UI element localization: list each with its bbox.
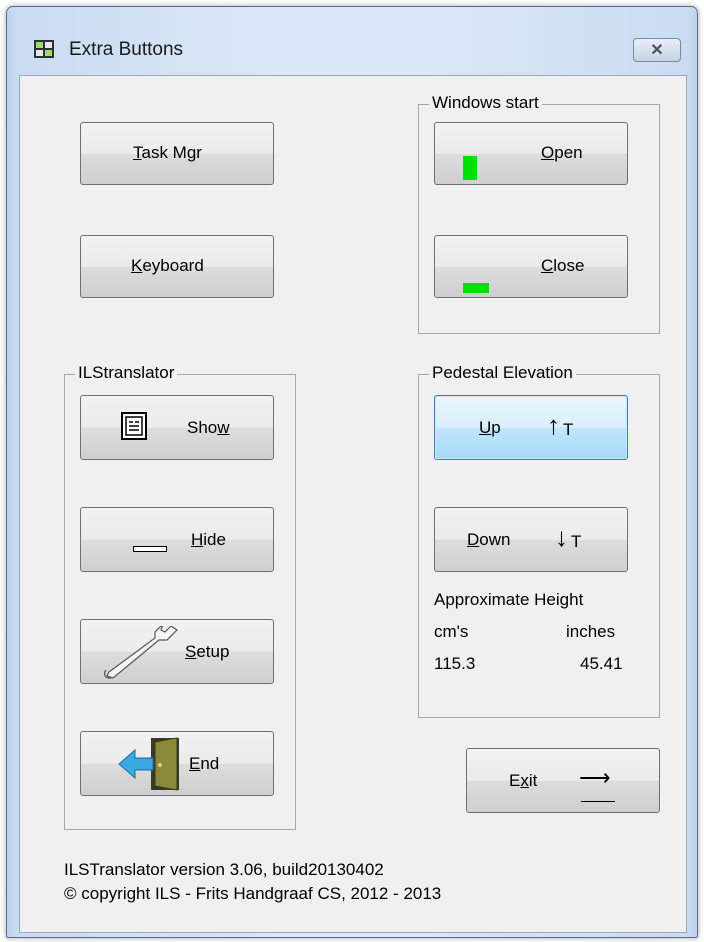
wrench-icon — [104, 626, 178, 679]
open-label: Open — [541, 143, 583, 162]
extra-buttons-window: Extra Buttons ✕ Task Mgr Keyboard Window… — [6, 6, 698, 938]
open-button[interactable]: Open — [434, 122, 628, 185]
down-label: Down — [467, 530, 511, 549]
pedestal-elevation-label: Pedestal Elevation — [429, 363, 576, 383]
open-status-indicator — [463, 156, 477, 180]
cm-value: 115.3 — [434, 654, 476, 673]
up-target-icon: T — [563, 420, 574, 439]
end-label: End — [189, 754, 220, 773]
exit-arrow-icon: ⟶ — [579, 765, 611, 790]
keyboard-label: Keyboard — [131, 256, 204, 275]
hide-button[interactable]: Hide — [80, 507, 274, 572]
close-status-indicator — [463, 283, 489, 293]
exit-underline-bar — [581, 801, 615, 802]
up-button[interactable]: Up ↑ T — [434, 395, 628, 460]
show-label: Show — [187, 418, 230, 437]
close-label: Close — [541, 256, 585, 275]
client-area: Task Mgr Keyboard Windows start Open Clo… — [19, 75, 687, 933]
task-mgr-button[interactable]: Task Mgr — [80, 122, 274, 185]
hide-label: Hide — [191, 530, 226, 549]
keyboard-button[interactable]: Keyboard — [80, 235, 274, 298]
exit-door-icon — [118, 737, 179, 791]
cm-label: cm's — [434, 622, 469, 641]
up-label: Up — [479, 418, 501, 437]
close-icon: ✕ — [650, 42, 664, 59]
approx-height-title: Approximate Height — [434, 590, 584, 609]
up-arrow-icon: ↑ — [547, 410, 560, 440]
exit-label: Exit — [509, 771, 538, 790]
down-target-icon: T — [571, 532, 582, 551]
task-mgr-label: Task Mgr — [133, 143, 202, 162]
app-icon — [34, 40, 54, 58]
down-arrow-icon: ↓ — [555, 522, 568, 552]
close-window-button[interactable]: ✕ — [633, 38, 681, 62]
show-button[interactable]: Show — [80, 395, 274, 460]
exit-button[interactable]: Exit ⟶ — [466, 748, 660, 813]
down-button[interactable]: Down ↓ T — [434, 507, 628, 572]
setup-button[interactable]: Setup — [80, 619, 274, 684]
title-bar[interactable]: Extra Buttons ✕ — [7, 7, 697, 77]
translator-window-icon — [121, 412, 147, 440]
windows-start-label: Windows start — [429, 93, 542, 113]
version-text: ILSTranslator version 3.06, build2013040… — [64, 860, 384, 879]
inches-label: inches — [566, 622, 616, 641]
copyright-text: © copyright ILS - Frits Handgraaf CS, 20… — [64, 884, 442, 903]
setup-label: Setup — [185, 642, 230, 661]
inches-value: 45.41 — [580, 654, 623, 673]
close-button[interactable]: Close — [434, 235, 628, 298]
window-title: Extra Buttons — [69, 39, 184, 60]
ils-translator-label: ILStranslator — [75, 363, 178, 383]
minimize-bar-icon — [133, 546, 167, 552]
end-button[interactable]: End — [80, 731, 274, 796]
